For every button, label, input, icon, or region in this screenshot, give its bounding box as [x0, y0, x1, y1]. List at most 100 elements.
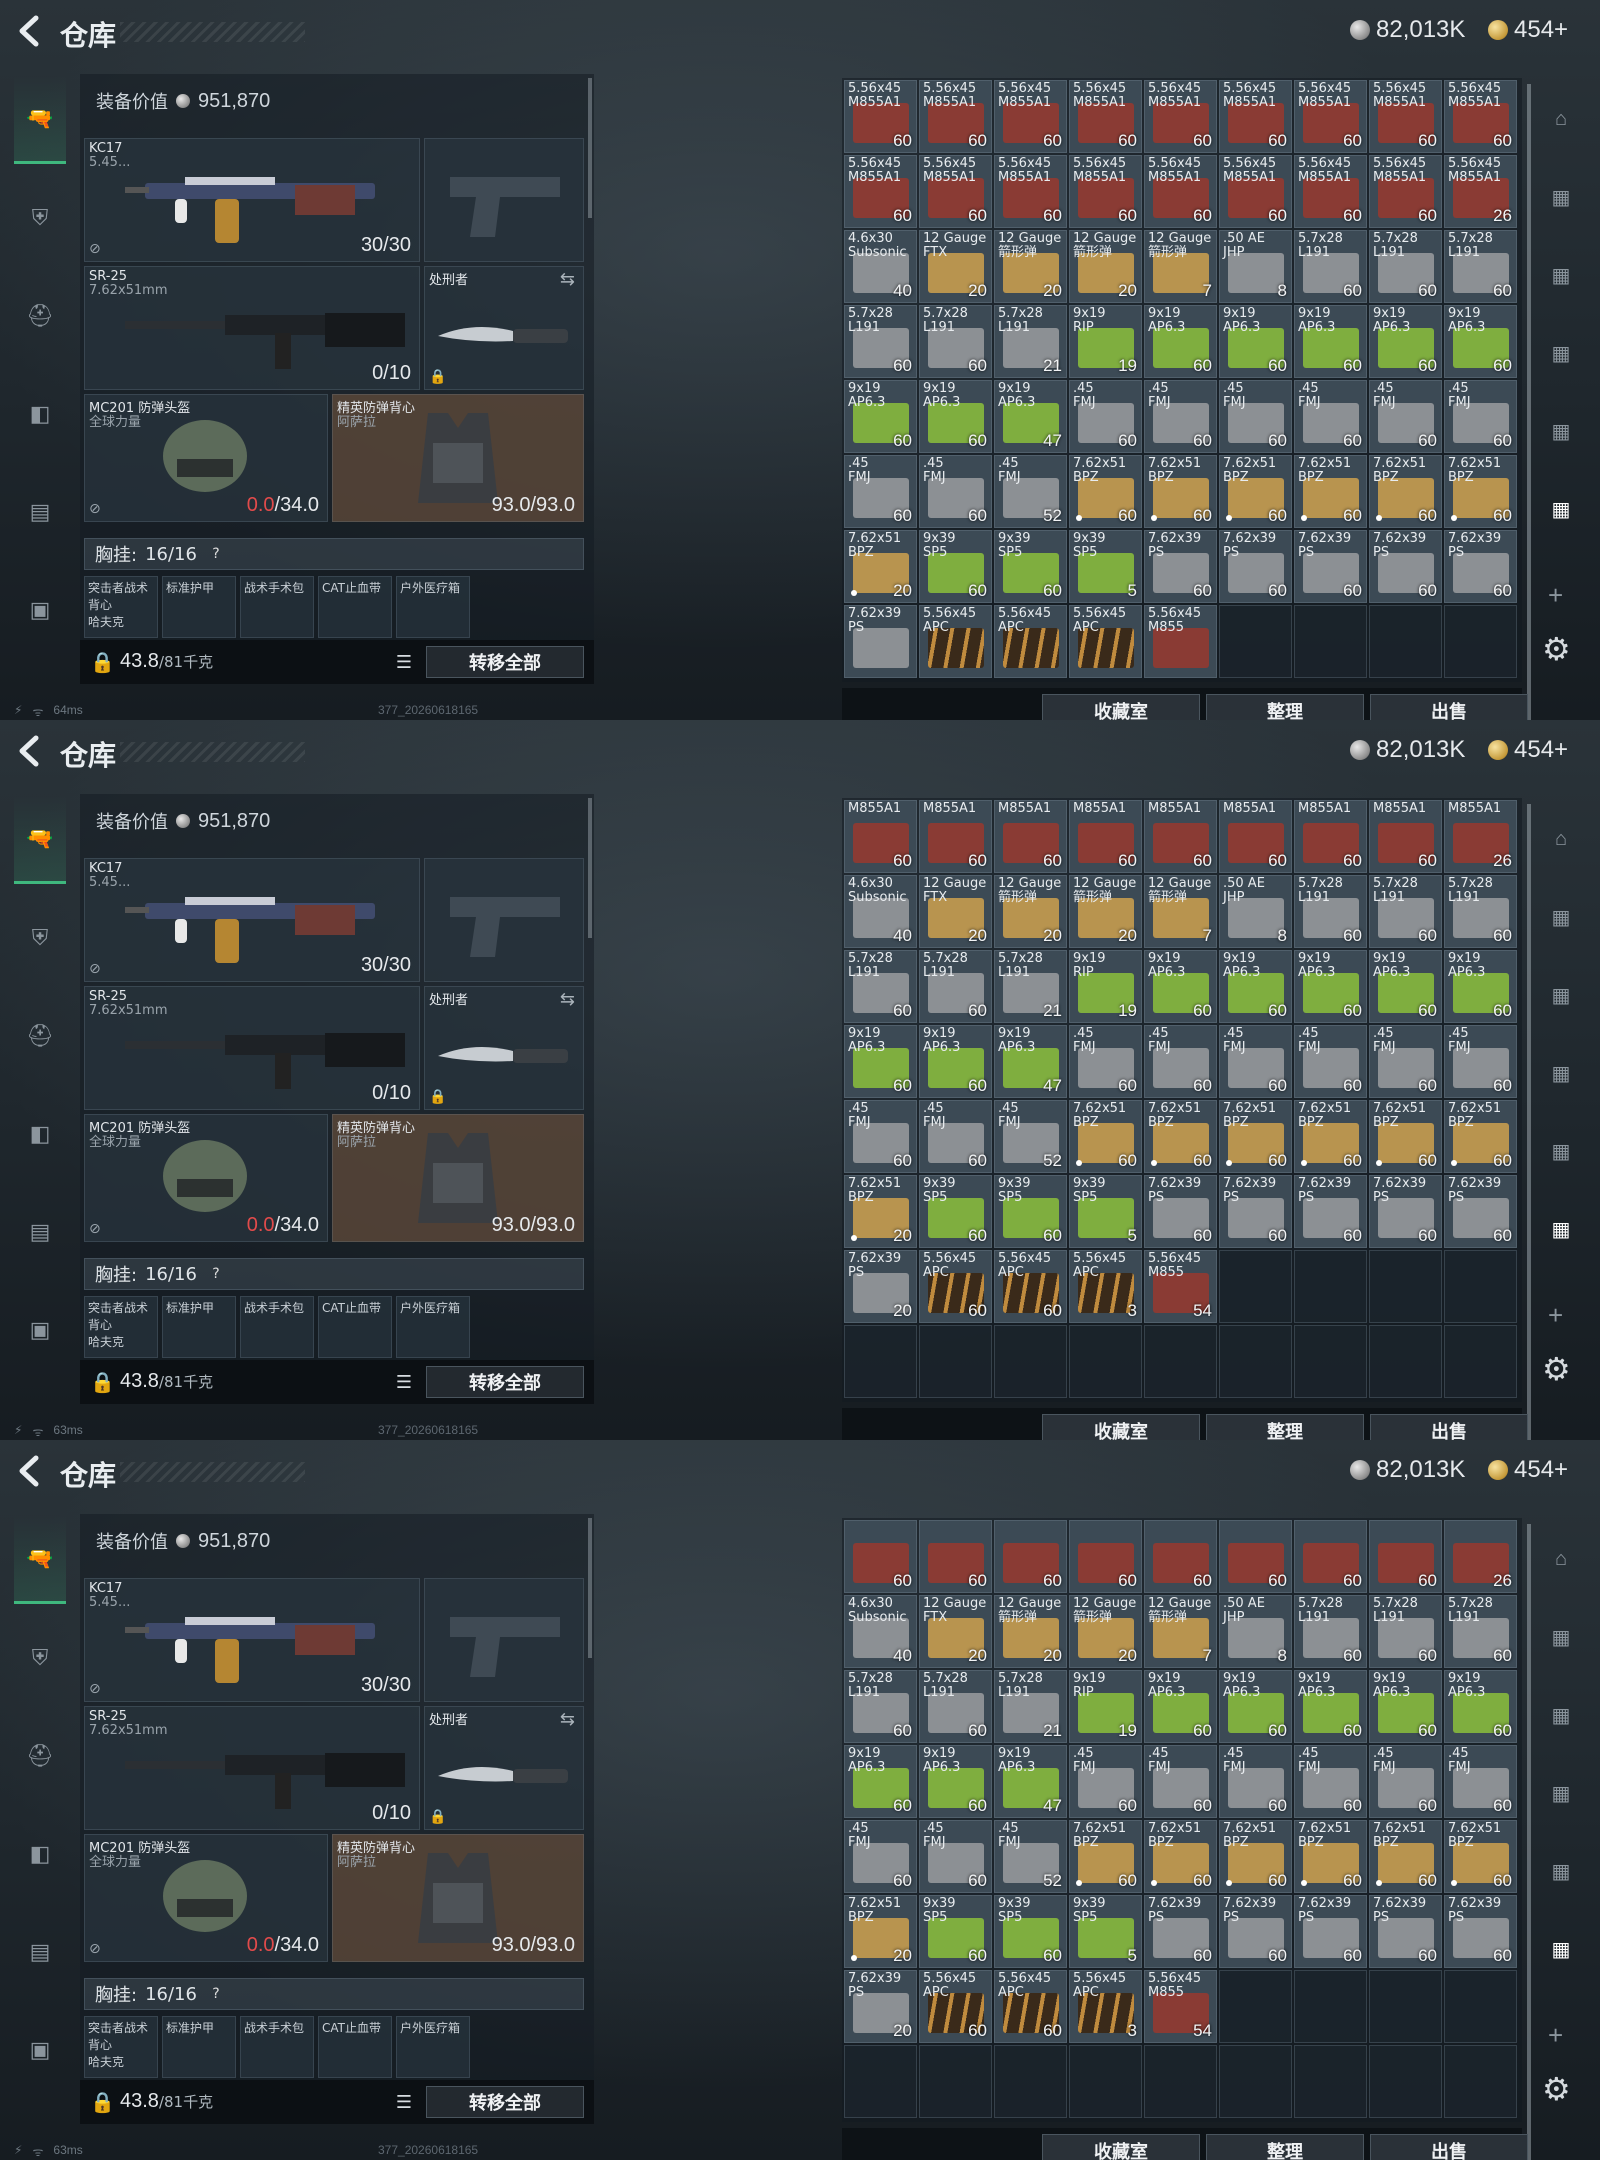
ammo-cell[interactable]: 9x39 SP5 60: [994, 530, 1067, 603]
storage-tab-3[interactable]: ▦: [1538, 314, 1584, 392]
ammo-cell[interactable]: 9x19 AP6.3 60: [844, 380, 917, 453]
pocket-slot[interactable]: 突击者战术背心 哈夫克: [84, 1296, 158, 1358]
ammo-cell[interactable]: 5.56x45 M855A1 60: [1444, 80, 1517, 153]
ammo-cell[interactable]: .45 FMJ 60: [1219, 1025, 1292, 1098]
storage-scrollbar[interactable]: [1527, 1524, 1531, 2160]
nav-weapons[interactable]: 🔫: [14, 76, 66, 164]
list-icon[interactable]: ☰: [388, 646, 420, 678]
ammo-cell[interactable]: .50 AE JHP 8: [1219, 875, 1292, 948]
ammo-cell[interactable]: 5.7x28 L191 60: [1294, 875, 1367, 948]
ammo-cell[interactable]: M855A1 60: [1069, 800, 1142, 873]
ammo-cell[interactable]: .45 FMJ 60: [1294, 380, 1367, 453]
ammo-cell[interactable]: 5.56x45 APC: [1069, 605, 1142, 678]
ammo-cell[interactable]: 5.56x45 M855A1 60: [919, 80, 992, 153]
empty-cell[interactable]: [1219, 2045, 1292, 2118]
ammo-cell[interactable]: M855A1 60: [844, 800, 917, 873]
ammo-cell[interactable]: 5.7x28 L191 60: [1444, 875, 1517, 948]
plus-icon[interactable]: +: [1548, 2020, 1563, 2051]
nav-armor[interactable]: ⛨: [14, 174, 66, 262]
pocket-slot[interactable]: 标准护甲: [162, 576, 236, 638]
storage-tab-5[interactable]: ▦: [1538, 1910, 1584, 1988]
ammo-cell[interactable]: 9x39 SP5 60: [919, 530, 992, 603]
ammo-cell[interactable]: 7.62x51 BPZ 60: [1444, 1820, 1517, 1893]
nav-armor[interactable]: ⛨: [14, 894, 66, 982]
storage-tab-2[interactable]: ▦: [1538, 1676, 1584, 1754]
list-icon[interactable]: ☰: [388, 1366, 420, 1398]
swap-icon[interactable]: ⇆: [560, 989, 575, 1010]
ammo-cell[interactable]: 9x19 RIP 19: [1069, 950, 1142, 1023]
ammo-cell[interactable]: 12 Gauge 箭形弹 20: [1069, 1595, 1142, 1668]
empty-cell[interactable]: [1294, 1970, 1367, 2043]
ammo-cell[interactable]: 9x19 AP6.3 60: [1444, 950, 1517, 1023]
nav-case[interactable]: ▣: [14, 566, 66, 654]
pocket-slot[interactable]: 战术手术包: [240, 576, 314, 638]
chest-rig-bar[interactable]: 胸挂: 16/16 ?: [84, 1978, 584, 2010]
ammo-cell[interactable]: 9x39 SP5 5: [1069, 1175, 1142, 1248]
pocket-slot[interactable]: 户外医疗箱: [396, 2016, 470, 2078]
ammo-cell[interactable]: 12 Gauge FTX 20: [919, 875, 992, 948]
ammo-cell[interactable]: 5.56x45 M855A1 26: [1444, 155, 1517, 228]
ammo-cell[interactable]: M855A1 60: [994, 800, 1067, 873]
ammo-cell[interactable]: .45 FMJ 60: [1294, 1025, 1367, 1098]
ammo-cell[interactable]: .50 AE JHP 8: [1219, 1595, 1292, 1668]
ammo-cell[interactable]: 7.62x51 BPZ 60: [1069, 1100, 1142, 1173]
silver-currency[interactable]: 82,013K: [1350, 1456, 1465, 1484]
collection-button[interactable]: 收藏室: [1042, 2134, 1200, 2160]
empty-cell[interactable]: [1369, 1970, 1442, 2043]
ammo-cell[interactable]: .45 FMJ 60: [1369, 1025, 1442, 1098]
gold-currency[interactable]: 454+: [1488, 16, 1568, 44]
ammo-cell[interactable]: 5.56x45 M855 54: [1144, 1250, 1217, 1323]
nav-helmet[interactable]: ⛑: [14, 992, 66, 1080]
ammo-cell[interactable]: 5.7x28 L191 60: [1369, 875, 1442, 948]
ammo-cell[interactable]: 5.7x28 L191 60: [1294, 1595, 1367, 1668]
armor-slot[interactable]: 精英防弹背心 阿萨拉 93.0/93.0: [332, 394, 584, 522]
ammo-cell[interactable]: 5.56x45 APC 3: [1069, 1250, 1142, 1323]
ammo-cell[interactable]: 5.56x45 M855A1 60: [1294, 155, 1367, 228]
storage-tab-3[interactable]: ▦: [1538, 1034, 1584, 1112]
loadout-scrollbar[interactable]: [588, 78, 592, 218]
melee-slot[interactable]: 处刑者 ⇆ 🔒: [424, 1706, 584, 1830]
ammo-cell[interactable]: 9x19 AP6.3 60: [844, 1025, 917, 1098]
list-icon[interactable]: ☰: [388, 2086, 420, 2118]
empty-cell[interactable]: [1219, 1325, 1292, 1398]
empty-cell[interactable]: [1219, 1970, 1292, 2043]
empty-cell[interactable]: [1294, 1325, 1367, 1398]
ammo-cell[interactable]: 12 Gauge 箭形弹 7: [1144, 230, 1217, 303]
ammo-cell[interactable]: 5.56x45 APC 3: [1069, 1970, 1142, 2043]
sidearm-slot-empty[interactable]: [424, 1578, 584, 1702]
ammo-cell[interactable]: 5.56x45 M855A1 60: [1069, 155, 1142, 228]
ammo-cell[interactable]: M855A1 60: [919, 800, 992, 873]
empty-cell[interactable]: [1294, 1250, 1367, 1323]
secondary-weapon-slot[interactable]: SR-25 7.62x51mm 0/10: [84, 986, 420, 1110]
help-icon[interactable]: ?: [205, 1983, 227, 2005]
melee-slot[interactable]: 处刑者 ⇆ 🔒: [424, 266, 584, 390]
sidearm-slot-empty[interactable]: [424, 858, 584, 982]
ammo-cell[interactable]: 7.62x39 PS 60: [1369, 1175, 1442, 1248]
ammo-cell[interactable]: M855A1 60: [1219, 800, 1292, 873]
ammo-cell[interactable]: 9x19 AP6.3 47: [994, 1745, 1067, 1818]
ammo-cell[interactable]: M855A1 60: [1294, 800, 1367, 873]
ammo-cell[interactable]: 5.56x45 M855A1 60: [1219, 155, 1292, 228]
pocket-slot[interactable]: 战术手术包: [240, 2016, 314, 2078]
ammo-cell[interactable]: .45 FMJ 60: [1369, 1745, 1442, 1818]
ammo-cell[interactable]: 7.62x51 BPZ 60: [1069, 455, 1142, 528]
storage-tab-5[interactable]: ▦: [1538, 1190, 1584, 1268]
empty-cell[interactable]: [919, 1325, 992, 1398]
ammo-cell[interactable]: 9x19 AP6.3 60: [1219, 305, 1292, 378]
ammo-cell[interactable]: 5.56x45 M855A1 60: [994, 80, 1067, 153]
chest-rig-bar[interactable]: 胸挂: 16/16 ?: [84, 538, 584, 570]
ammo-cell[interactable]: 9x19 AP6.3 60: [844, 1745, 917, 1818]
empty-cell[interactable]: [1144, 1325, 1217, 1398]
ammo-cell[interactable]: 9x39 SP5 60: [994, 1895, 1067, 1968]
ammo-cell[interactable]: .45 FMJ 52: [994, 1820, 1067, 1893]
ammo-cell[interactable]: 5.7x28 L191 60: [1369, 1595, 1442, 1668]
ammo-cell[interactable]: 7.62x39 PS 60: [1444, 530, 1517, 603]
ammo-cell[interactable]: 9x39 SP5 60: [919, 1175, 992, 1248]
empty-cell[interactable]: [1294, 605, 1367, 678]
helmet-slot[interactable]: MC201 防弹头盔 全球力量 ⊘ 0.0/34.0: [84, 1114, 328, 1242]
melee-slot[interactable]: 处刑者 ⇆ 🔒: [424, 986, 584, 1110]
storage-scrollbar[interactable]: [1527, 84, 1531, 720]
ammo-cell[interactable]: .45 FMJ 60: [919, 1820, 992, 1893]
empty-cell[interactable]: [1294, 2045, 1367, 2118]
ammo-cell[interactable]: 5.56x45 M855A1 60: [1294, 80, 1367, 153]
